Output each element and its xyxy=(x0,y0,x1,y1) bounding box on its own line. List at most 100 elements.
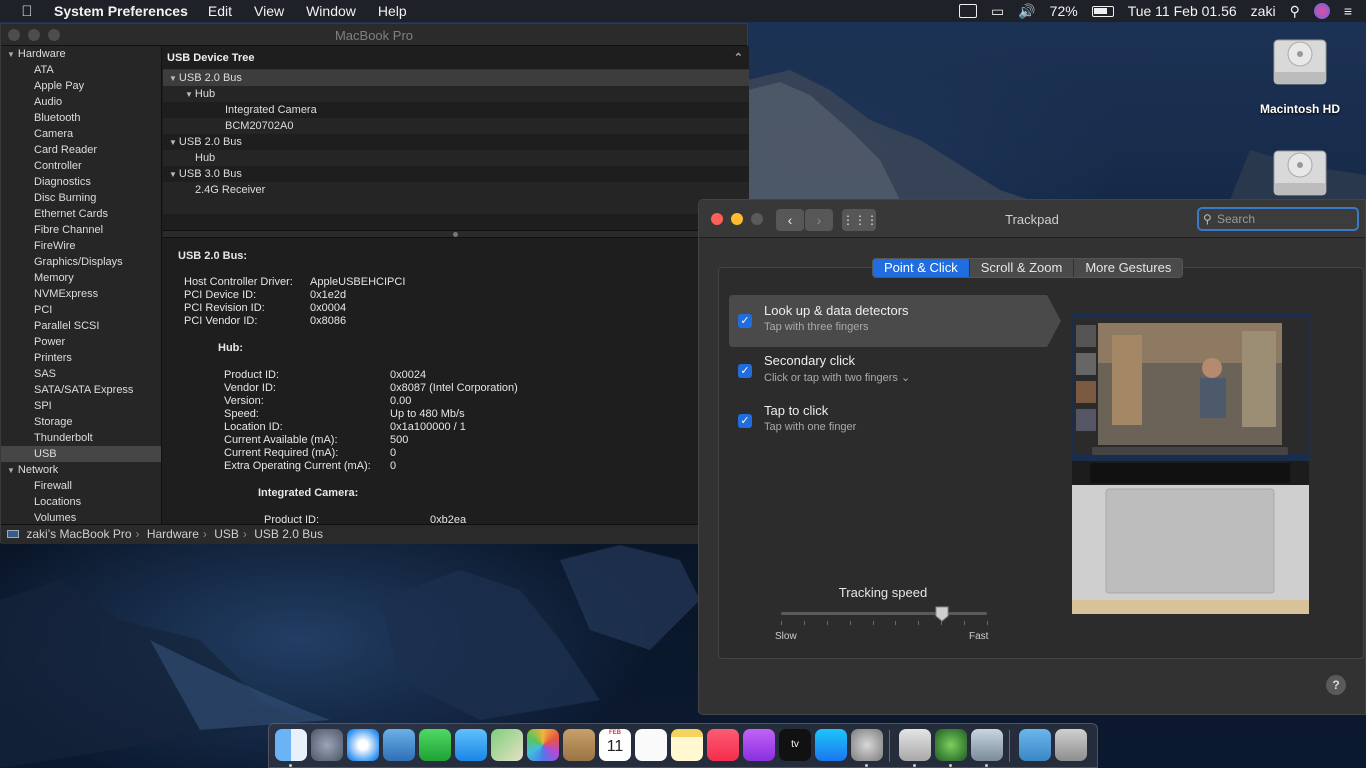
option-look-up[interactable]: ✓ Look up & data detectors Tap with thre… xyxy=(729,295,1039,347)
sidebar-item[interactable]: Apple Pay xyxy=(1,78,161,94)
look-up-checkbox[interactable]: ✓ xyxy=(738,314,752,328)
tracking-speed-knob[interactable] xyxy=(935,606,949,622)
system-preferences-icon[interactable] xyxy=(851,729,883,761)
sidebar-item[interactable]: Memory xyxy=(1,270,161,286)
airplay-icon[interactable]: ▭ xyxy=(991,3,1004,20)
sidebar-item[interactable]: Ethernet Cards xyxy=(1,206,161,222)
tree-row[interactable]: 2.4G Receiver xyxy=(163,182,749,198)
sidebar-item[interactable]: NVMExpress xyxy=(1,286,161,302)
sidebar-item[interactable]: Graphics/Displays xyxy=(1,254,161,270)
podcasts-icon[interactable] xyxy=(743,729,775,761)
search-input[interactable]: ⚲ Search xyxy=(1197,207,1359,231)
finder-icon[interactable] xyxy=(275,729,307,761)
clock[interactable]: Tue 11 Feb 01.56 xyxy=(1128,3,1237,19)
messages-icon[interactable] xyxy=(455,729,487,761)
menu-edit[interactable]: Edit xyxy=(208,3,232,19)
disclosure-triangle-icon[interactable]: ▼ xyxy=(185,90,193,99)
menu-window[interactable]: Window xyxy=(306,3,356,19)
preview-icon[interactable] xyxy=(899,729,931,761)
spotlight-icon[interactable]: ⚲ xyxy=(1290,3,1300,20)
path-usb-bus[interactable]: USB 2.0 Bus xyxy=(254,527,323,541)
sidebar-item[interactable]: USB xyxy=(1,446,161,462)
disk-icon[interactable] xyxy=(1272,143,1328,199)
app-menu[interactable]: System Preferences xyxy=(54,3,188,19)
calendar-icon[interactable]: FEB 11 xyxy=(599,729,631,761)
sort-chevron-icon[interactable]: ⌃ xyxy=(734,46,743,70)
path-usb[interactable]: USB xyxy=(214,527,239,541)
notification-center-icon[interactable]: ≡ xyxy=(1344,3,1352,19)
window-titlebar[interactable]: MacBook Pro xyxy=(1,24,747,46)
sidebar-item[interactable]: PCI xyxy=(1,302,161,318)
tree-row[interactable]: ▼ Hub xyxy=(163,86,749,102)
disclosure-triangle-icon[interactable]: ▼ xyxy=(169,138,177,147)
sidebar-item[interactable]: Diagnostics xyxy=(1,174,161,190)
menu-view[interactable]: View xyxy=(254,3,284,19)
option-secondary-click[interactable]: ✓ Secondary click Click or tap with two … xyxy=(729,345,1039,397)
grapher-icon[interactable] xyxy=(971,729,1003,761)
sidebar-item[interactable]: SAS xyxy=(1,366,161,382)
trash-icon[interactable] xyxy=(1055,729,1087,761)
downloads-folder-icon[interactable] xyxy=(1019,729,1051,761)
contacts-icon[interactable] xyxy=(563,729,595,761)
sidebar-item[interactable]: Parallel SCSI xyxy=(1,318,161,334)
sidebar-item[interactable]: SPI xyxy=(1,398,161,414)
path-hardware[interactable]: Hardware xyxy=(147,527,199,541)
siri-icon[interactable] xyxy=(1313,3,1330,19)
sidebar-item[interactable]: Audio xyxy=(1,94,161,110)
sidebar-item[interactable]: Firewall xyxy=(1,478,161,494)
sidebar-item[interactable]: Storage xyxy=(1,414,161,430)
secondary-click-dropdown[interactable]: Click or tap with two fingers ⌄ xyxy=(764,371,910,384)
user-menu[interactable]: zaki xyxy=(1251,3,1276,19)
sidebar-group-network[interactable]: ▼ Network xyxy=(1,462,161,478)
option-tap-to-click[interactable]: ✓ Tap to click Tap with one finger xyxy=(729,395,1039,447)
tab-scroll-and-zoom[interactable]: Scroll & Zoom xyxy=(970,259,1075,277)
disclosure-triangle-icon[interactable]: ▼ xyxy=(7,466,15,475)
menu-help[interactable]: Help xyxy=(378,3,407,19)
sidebar-item[interactable]: Power xyxy=(1,334,161,350)
sidebar-item[interactable]: SATA/SATA Express xyxy=(1,382,161,398)
tab-more-gestures[interactable]: More Gestures xyxy=(1074,259,1182,277)
activity-icon[interactable] xyxy=(935,729,967,761)
photos-icon[interactable] xyxy=(527,729,559,761)
path-computer[interactable]: zaki’s MacBook Pro xyxy=(26,527,131,541)
notes-icon[interactable] xyxy=(671,729,703,761)
divider-handle-icon[interactable] xyxy=(453,232,458,237)
tree-row[interactable]: ▼ USB 2.0 Bus xyxy=(163,70,749,86)
music-icon[interactable] xyxy=(707,729,739,761)
sidebar-item[interactable]: Controller xyxy=(1,158,161,174)
split-divider[interactable] xyxy=(163,230,749,238)
battery-percent[interactable]: 72% xyxy=(1050,3,1078,19)
facetime-icon[interactable] xyxy=(419,729,451,761)
disclosure-triangle-icon[interactable]: ▼ xyxy=(169,74,177,83)
maps-icon[interactable] xyxy=(491,729,523,761)
app-store-icon[interactable] xyxy=(815,729,847,761)
sidebar-item[interactable]: ATA xyxy=(1,62,161,78)
mail-icon[interactable] xyxy=(383,729,415,761)
disclosure-triangle-icon[interactable]: ▼ xyxy=(7,50,15,59)
apple-menu-icon[interactable]:  xyxy=(0,3,54,20)
sidebar-item[interactable]: Disc Burning xyxy=(1,190,161,206)
sidebar-item[interactable]: Fibre Channel xyxy=(1,222,161,238)
sidebar-item[interactable]: Locations xyxy=(1,494,161,510)
sidebar-item[interactable]: Bluetooth xyxy=(1,110,161,126)
battery-icon[interactable] xyxy=(1091,5,1114,17)
tree-row[interactable]: ▼ USB 3.0 Bus xyxy=(163,166,749,182)
tree-row[interactable]: Integrated Camera xyxy=(163,102,749,118)
safari-icon[interactable] xyxy=(347,729,379,761)
launchpad-icon[interactable] xyxy=(311,729,343,761)
sidebar-item[interactable]: Camera xyxy=(1,126,161,142)
window-toolbar[interactable]: ‹ › ⋮⋮⋮ Trackpad ⚲ Search xyxy=(699,200,1365,238)
sidebar-group-hardware[interactable]: ▼ Hardware xyxy=(1,46,161,62)
tap-to-click-checkbox[interactable]: ✓ xyxy=(738,414,752,428)
sidebar-item[interactable]: Printers xyxy=(1,350,161,366)
sidebar-item[interactable]: Card Reader xyxy=(1,142,161,158)
secondary-click-checkbox[interactable]: ✓ xyxy=(738,364,752,378)
tree-row[interactable]: Hub xyxy=(163,150,749,166)
tree-row[interactable]: BCM20702A0 xyxy=(163,118,749,134)
help-button[interactable]: ? xyxy=(1326,675,1346,695)
tree-header[interactable]: USB Device Tree ⌃ xyxy=(163,46,749,70)
macintosh-hd-label[interactable]: Macintosh HD xyxy=(1250,102,1350,116)
sidebar-item[interactable]: FireWire xyxy=(1,238,161,254)
volume-icon[interactable]: 🔊 xyxy=(1018,3,1035,20)
sidebar-item[interactable]: Thunderbolt xyxy=(1,430,161,446)
